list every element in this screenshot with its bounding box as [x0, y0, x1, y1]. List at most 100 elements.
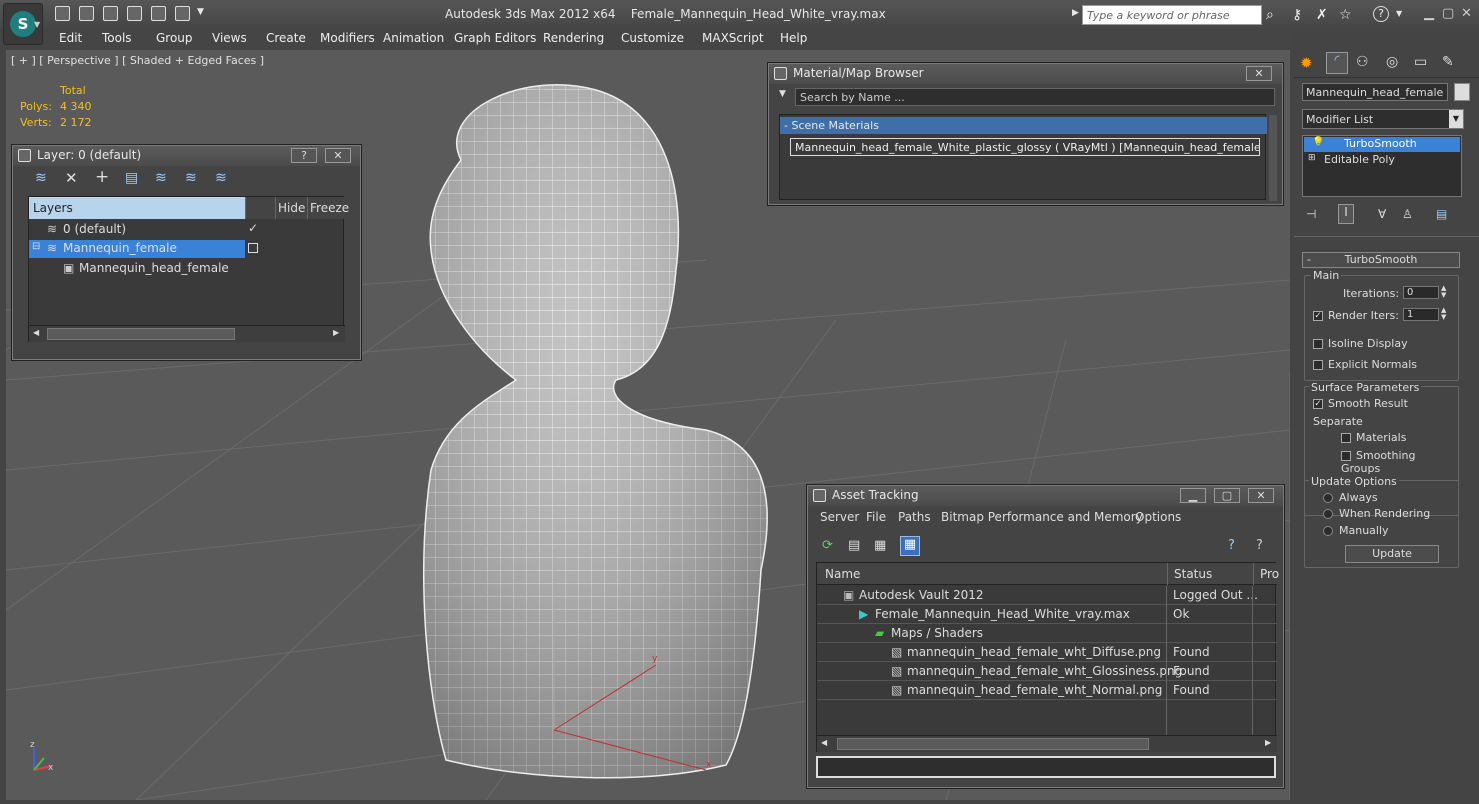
freeze-all-icon[interactable]: ≋	[215, 170, 227, 186]
menu-paths[interactable]: Paths	[898, 510, 931, 524]
menu-file[interactable]: File	[866, 510, 886, 524]
hide-all-icon[interactable]: ≋	[185, 170, 197, 186]
set-active-checkbox[interactable]	[248, 243, 258, 253]
material-item[interactable]: Mannequin_head_female_White_plastic_glos…	[790, 138, 1260, 156]
table-row[interactable]: ▰ Maps / Shaders	[817, 624, 1277, 643]
turbosmooth-rollout-header[interactable]: - TurboSmooth	[1302, 252, 1460, 268]
maximize-icon[interactable]: ▢	[1442, 6, 1454, 21]
favorites-icon[interactable]: ☆	[1339, 7, 1352, 23]
menu-create[interactable]: Create	[266, 31, 306, 45]
close-button[interactable]: ✕	[1246, 66, 1272, 81]
col-pro[interactable]: Pro	[1253, 563, 1285, 585]
object-name-field[interactable]: Mannequin_head_female	[1302, 83, 1448, 101]
undo-icon[interactable]	[151, 6, 166, 21]
hold-icon[interactable]	[127, 6, 142, 21]
scene-materials-group[interactable]: - Scene Materials	[780, 117, 1267, 134]
when-rendering-radio[interactable]: When Rendering	[1323, 507, 1430, 520]
new-layer-icon[interactable]: ≋	[35, 170, 47, 186]
highlight-layer-icon[interactable]: ≋	[155, 170, 167, 186]
smoothing-groups-checkbox[interactable]: Smoothing Groups	[1341, 449, 1458, 475]
horizontal-scrollbar[interactable]: ◀ ▶	[29, 325, 345, 342]
render-iters-checkbox[interactable]: ✓ Render Iters:	[1313, 309, 1399, 322]
options-dropdown-icon[interactable]: ▼	[779, 89, 786, 99]
help-button[interactable]: ?	[291, 148, 317, 163]
asset-path-field[interactable]	[816, 756, 1276, 778]
mannequin-model[interactable]	[423, 83, 768, 779]
material-browser-title-bar[interactable]: Material/Map Browser ✕	[769, 64, 1282, 84]
tools-icon[interactable]: ✗	[1316, 7, 1328, 23]
maximize-button[interactable]: ▢	[1214, 488, 1240, 503]
collapse-icon[interactable]: ⊟	[32, 241, 40, 252]
object-row[interactable]: ▣ Mannequin_head_female	[29, 259, 345, 278]
spinner-arrows-icon[interactable]: ▲ ▼	[1441, 307, 1446, 321]
active-layer-check-icon[interactable]: ✓	[248, 221, 258, 235]
motion-tab-icon[interactable]: ◎	[1386, 54, 1398, 70]
pin-stack-icon[interactable]: ⊣	[1306, 207, 1316, 221]
table-row[interactable]: ▧ mannequin_head_female_wht_Glossiness.p…	[817, 662, 1277, 681]
col-layers-header[interactable]: Layers	[29, 197, 245, 219]
menu-server[interactable]: Server	[820, 510, 859, 524]
create-tab-icon[interactable]: ✹	[1300, 54, 1313, 72]
menu-bitmap-performance[interactable]: Bitmap Performance and Memory	[941, 510, 1143, 524]
stack-item-turbosmooth[interactable]: 💡 TurboSmooth	[1304, 137, 1460, 152]
display-tab-icon[interactable]: ▭	[1414, 54, 1427, 70]
refresh-icon[interactable]: ⟳	[822, 538, 833, 553]
delete-layer-icon[interactable]: ✕	[65, 169, 78, 187]
new-icon[interactable]	[103, 6, 118, 21]
viewport-label[interactable]: [ + ] [ Perspective ] [ Shaded + Edged F…	[11, 54, 264, 67]
quick-access-dropdown-icon[interactable]: ▼	[197, 7, 204, 17]
iterations-spinner[interactable]: 0	[1403, 286, 1439, 299]
spinner-arrows-icon[interactable]: ▲ ▼	[1441, 285, 1446, 299]
menu-rendering[interactable]: Rendering	[543, 31, 604, 45]
select-objects-icon[interactable]: ▤	[125, 170, 138, 186]
redo-icon[interactable]	[175, 6, 190, 21]
manually-radio[interactable]: Manually	[1323, 524, 1389, 537]
modify-tab-icon[interactable]: ◜	[1326, 52, 1348, 74]
render-iters-spinner[interactable]: 1	[1403, 308, 1439, 321]
help-icon[interactable]: ?	[1373, 6, 1389, 22]
vertical-scrollbar[interactable]	[1269, 115, 1277, 201]
help-icon[interactable]: ?	[1256, 538, 1263, 553]
col-freeze-header[interactable]: Freeze	[307, 197, 349, 219]
save-icon[interactable]	[79, 6, 94, 21]
menu-tools[interactable]: Tools	[102, 31, 132, 45]
table-row[interactable]: ▣ Autodesk Vault 2012 Logged Out ...	[817, 586, 1277, 605]
minimize-button[interactable]: ▁	[1180, 488, 1206, 503]
thumbnail-view-icon[interactable]: ▦	[874, 538, 886, 553]
vault-help-icon[interactable]: ?	[1228, 538, 1235, 553]
layer-panel-title-bar[interactable]: Layer: 0 (default) ? ✕	[13, 146, 360, 166]
materials-checkbox[interactable]: Materials	[1341, 431, 1406, 444]
show-end-result-icon[interactable]: I	[1338, 204, 1354, 224]
help-dropdown-icon[interactable]: ▼	[1396, 9, 1402, 18]
open-icon[interactable]	[55, 6, 70, 21]
menu-graph-editors[interactable]: Graph Editors	[454, 31, 536, 45]
menu-views[interactable]: Views	[212, 31, 247, 45]
make-unique-icon[interactable]: ∀	[1378, 207, 1386, 221]
menu-edit[interactable]: Edit	[59, 31, 82, 45]
key-icon[interactable]: ⚷	[1292, 7, 1302, 23]
explicit-normals-checkbox[interactable]: Explicit Normals	[1313, 358, 1417, 371]
asset-tracking-title-bar[interactable]: Asset Tracking ▁ ▢ ✕	[808, 486, 1283, 506]
table-row[interactable]: ▶ Female_Mannequin_Head_White_vray.max O…	[817, 605, 1277, 624]
col-name[interactable]: Name	[825, 567, 860, 581]
layer-row[interactable]: ≋ 0 (default) ✓	[29, 220, 345, 239]
search-expand-icon[interactable]: ▶	[1072, 8, 1079, 18]
lightbulb-icon[interactable]: 💡	[1312, 137, 1324, 148]
always-radio[interactable]: Always	[1323, 491, 1378, 504]
remove-modifier-icon[interactable]: ♙	[1402, 207, 1413, 221]
col-hide-header[interactable]: Hide	[275, 197, 307, 219]
close-button[interactable]: ✕	[325, 148, 351, 163]
scroll-thumb[interactable]	[47, 328, 235, 340]
menu-maxscript[interactable]: MAXScript	[702, 31, 764, 45]
binoculars-icon[interactable]: ⌕	[1266, 7, 1274, 23]
menu-help[interactable]: Help	[780, 31, 807, 45]
menu-modifiers[interactable]: Modifiers	[320, 31, 375, 45]
add-to-layer-icon[interactable]: +	[95, 167, 109, 187]
col-status[interactable]: Status	[1167, 563, 1218, 585]
table-row[interactable]: ▧ mannequin_head_female_wht_Diffuse.png …	[817, 643, 1277, 662]
update-button[interactable]: Update	[1345, 545, 1439, 563]
table-row[interactable]: ▧ mannequin_head_female_wht_Normal.png F…	[817, 681, 1277, 700]
stack-item-editable-poly[interactable]: ⊞ Editable Poly	[1304, 153, 1460, 168]
menu-customize[interactable]: Customize	[621, 31, 684, 45]
search-input[interactable]: Type a keyword or phrase	[1082, 5, 1262, 25]
